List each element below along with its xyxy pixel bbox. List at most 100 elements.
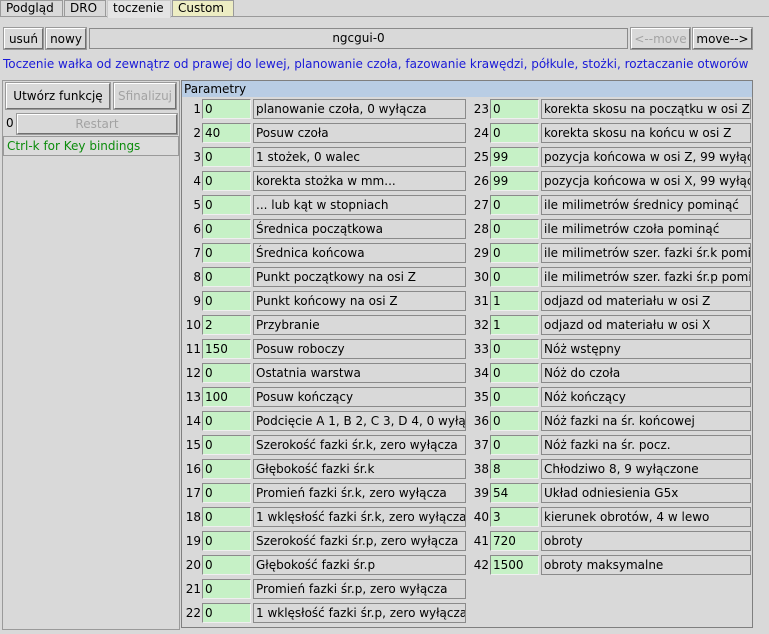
parameter-row: 36 Nóż fazki na śr. końcowej	[469, 410, 752, 432]
parameter-value-input[interactable]	[202, 363, 251, 383]
parameter-value-input[interactable]	[490, 267, 539, 287]
parameter-value-input[interactable]	[202, 387, 251, 407]
parameter-label: Nóż kończący	[541, 387, 751, 407]
parameter-label: Szerokość fazki śr.k, zero wyłącza	[253, 435, 466, 455]
parameter-label: 1 wklęsłość fazki śr.k, zero wyłącza	[253, 507, 466, 527]
parameter-number: 42	[473, 558, 489, 572]
parameter-label: 1 wklęsłość fazki śr.p, zero wyłącza	[253, 603, 466, 623]
parameter-row: 40 kierunek obrotów, 4 w lewo	[469, 506, 752, 528]
page-title: ngcgui-0	[89, 28, 628, 49]
create-feature-button[interactable]: Utwórz funkcję	[6, 83, 110, 109]
parameter-value-input[interactable]	[490, 507, 539, 527]
parameter-row: 14 Podcięcie A 1, B 2, C 3, D 4, 0 wyłącz…	[181, 410, 467, 432]
parameter-number: 35	[473, 390, 489, 404]
parameter-value-input[interactable]	[202, 555, 251, 575]
parameter-number: 19	[185, 534, 201, 548]
parameter-number: 11	[185, 342, 201, 356]
tab-bar: Podgląd DRO toczenie Custom	[0, 0, 769, 18]
restart-button[interactable]: Restart	[17, 114, 177, 134]
parameter-number: 27	[473, 198, 489, 212]
parameter-row: 5 ... lub kąt w stopniach	[181, 194, 467, 216]
parameter-row: 31 odjazd od materiału w osi Z	[469, 290, 752, 312]
parameter-value-input[interactable]	[202, 195, 251, 215]
parameter-value-input[interactable]	[202, 171, 251, 191]
parameter-value-input[interactable]	[202, 579, 251, 599]
parameter-row: 12 Ostatnia warstwa	[181, 362, 467, 384]
parameter-value-input[interactable]	[490, 387, 539, 407]
tab-podglad[interactable]: Podgląd	[0, 0, 63, 17]
parameter-number: 38	[473, 462, 489, 476]
parameter-value-input[interactable]	[202, 459, 251, 479]
parameter-number: 6	[193, 222, 201, 236]
parameter-row: 6 Średnica początkowa	[181, 218, 467, 240]
parameter-value-input[interactable]	[490, 411, 539, 431]
parameter-value-input[interactable]	[202, 483, 251, 503]
key-bindings-hint: Ctrl-k for Key bindings	[3, 136, 179, 156]
move-left-button[interactable]: <--move	[631, 28, 690, 49]
parameter-value-input[interactable]	[202, 99, 251, 119]
tab-dro[interactable]: DRO	[64, 0, 106, 17]
parameter-label: ile milimetrów szer. fazki śr.k pominąć	[541, 243, 751, 263]
remove-button[interactable]: usuń	[4, 28, 43, 49]
parameter-value-input[interactable]	[202, 267, 251, 287]
parameter-value-input[interactable]	[490, 195, 539, 215]
parameter-value-input[interactable]	[490, 171, 539, 191]
parameter-number: 10	[185, 318, 201, 332]
parameter-row: 3 1 stożek, 0 walec	[181, 146, 467, 168]
parameter-label: korekta skosu na końcu w osi Z	[541, 123, 751, 143]
parameter-value-input[interactable]	[202, 315, 251, 335]
parameter-row: 16 Głębokość fazki śr.k	[181, 458, 467, 480]
parameter-row: 41 obroty	[469, 530, 752, 552]
parameter-label: Nóż wstępny	[541, 339, 751, 359]
parameter-value-input[interactable]	[490, 339, 539, 359]
parameter-value-input[interactable]	[490, 147, 539, 167]
parameter-value-input[interactable]	[202, 147, 251, 167]
parameter-label: ... lub kąt w stopniach	[253, 195, 466, 215]
parameter-value-input[interactable]	[202, 291, 251, 311]
parameter-value-input[interactable]	[202, 123, 251, 143]
move-right-button[interactable]: move-->	[693, 28, 752, 49]
parameter-value-input[interactable]	[490, 435, 539, 455]
parameter-value-input[interactable]	[490, 555, 539, 575]
parameter-row: 18 1 wklęsłość fazki śr.k, zero wyłącza	[181, 506, 467, 528]
parameter-value-input[interactable]	[202, 243, 251, 263]
parameter-row: 4 korekta stożka w mm...	[181, 170, 467, 192]
parameter-value-input[interactable]	[490, 99, 539, 119]
parameter-value-input[interactable]	[490, 219, 539, 239]
parameter-number: 16	[185, 462, 201, 476]
parameter-value-input[interactable]	[490, 363, 539, 383]
parameter-value-input[interactable]	[202, 531, 251, 551]
parameter-number: 5	[193, 198, 201, 212]
parameter-value-input[interactable]	[202, 411, 251, 431]
parameter-number: 34	[473, 366, 489, 380]
parameter-value-input[interactable]	[490, 459, 539, 479]
parameter-row: 26 pozycja końcowa w osi X, 99 wyłącza	[469, 170, 752, 192]
parameter-value-input[interactable]	[202, 603, 251, 623]
parameter-number: 37	[473, 438, 489, 452]
parameter-value-input[interactable]	[490, 315, 539, 335]
parameter-value-input[interactable]	[202, 507, 251, 527]
parameter-number: 21	[185, 582, 201, 596]
parameter-label: Nóż do czoła	[541, 363, 751, 383]
parameter-row: 29 ile milimetrów szer. fazki śr.k pominą…	[469, 242, 752, 264]
parameter-number: 13	[185, 390, 201, 404]
parameter-number: 33	[473, 342, 489, 356]
parameter-value-input[interactable]	[202, 435, 251, 455]
new-button[interactable]: nowy	[46, 28, 86, 49]
parameter-label: Nóż fazki na śr. końcowej	[541, 411, 751, 431]
parameter-value-input[interactable]	[490, 291, 539, 311]
parameter-number: 22	[185, 606, 201, 620]
parameter-label: Posuw kończący	[253, 387, 466, 407]
tab-custom[interactable]: Custom	[172, 0, 234, 17]
parameter-value-input[interactable]	[202, 339, 251, 359]
parameter-value-input[interactable]	[490, 483, 539, 503]
tab-toczenie[interactable]: toczenie	[107, 0, 171, 18]
finalize-button[interactable]: Sfinalizuj	[114, 83, 176, 109]
parameter-number: 36	[473, 414, 489, 428]
parameter-value-input[interactable]	[490, 123, 539, 143]
parameter-label: pozycja końcowa w osi Z, 99 wyłącza	[541, 147, 751, 167]
parameter-value-input[interactable]	[490, 531, 539, 551]
parameter-value-input[interactable]	[490, 243, 539, 263]
parameter-number: 29	[473, 246, 489, 260]
parameter-value-input[interactable]	[202, 219, 251, 239]
